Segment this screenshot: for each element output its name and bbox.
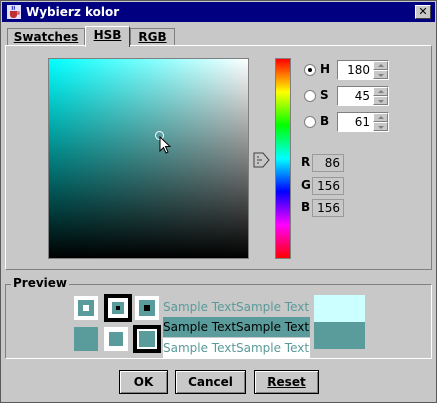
brightness-spinner[interactable]: 61 [337, 112, 389, 132]
close-button[interactable]: ✕ [415, 5, 431, 19]
green-label: G [301, 178, 311, 192]
preview-label: Preview [11, 276, 70, 290]
saturation-spin-buttons [373, 87, 388, 105]
hue-spin-buttons [373, 61, 388, 79]
red-value: 86 [312, 154, 344, 172]
brightness-decrement-button[interactable] [373, 122, 388, 131]
color-chooser-dialog: Wybierz kolor ✕ Swatches HSB RGB H 180 S… [0, 0, 437, 403]
hue-decrement-button[interactable] [373, 70, 388, 79]
green-value: 156 [312, 177, 344, 195]
tab-rgb[interactable]: RGB [130, 28, 175, 46]
sample-text: Sample Text [163, 320, 237, 334]
hue-spinner[interactable]: 180 [337, 60, 389, 80]
hue-increment-button[interactable] [373, 61, 388, 70]
saturation-value[interactable]: 45 [340, 89, 370, 103]
brightness-value[interactable]: 61 [340, 115, 370, 129]
sample-text-row: Sample TextSample Text [163, 338, 310, 358]
reset-label: Reset [267, 375, 306, 389]
sample-text-row: Sample TextSample Text [163, 317, 310, 337]
preview-swatch [74, 296, 98, 320]
window-title: Wybierz kolor [26, 5, 120, 19]
brightness-label: B [320, 114, 330, 128]
saturation-brightness-picker[interactable] [48, 58, 249, 259]
preview-swatch [133, 325, 161, 353]
reset-button[interactable]: Reset [254, 370, 319, 394]
saturation-increment-button[interactable] [373, 87, 388, 96]
hue-label: H [320, 62, 331, 76]
sample-text-row: Sample TextSample Text [163, 297, 310, 317]
preview-swatch [74, 327, 98, 351]
blue-value: 156 [312, 199, 344, 217]
brightness-radio[interactable] [304, 116, 316, 128]
brightness-increment-button[interactable] [373, 113, 388, 122]
tab-label: HSB [93, 28, 122, 42]
hue-slider[interactable] [275, 58, 291, 259]
preview-swatch [104, 327, 128, 351]
ok-button[interactable]: OK [119, 370, 168, 394]
saturation-spinner[interactable]: 45 [337, 86, 389, 106]
brightness-spin-buttons [373, 113, 388, 131]
sample-text: Sample Text [236, 320, 310, 334]
tab-label: Swatches [13, 30, 79, 44]
red-label: R [301, 155, 311, 169]
preview-swatch [104, 294, 132, 322]
cancel-label: Cancel [188, 375, 233, 389]
saturation-decrement-button[interactable] [373, 96, 388, 105]
hue-value[interactable]: 180 [340, 63, 370, 77]
sample-text: Sample Text [236, 341, 310, 355]
tab-label: RGB [138, 30, 167, 44]
java-cup-icon [7, 5, 21, 19]
ok-label: OK [133, 375, 154, 389]
sample-text: Sample Text [163, 300, 237, 314]
blue-label: B [301, 200, 311, 214]
saturation-label: S [320, 88, 329, 102]
preview-color-light [314, 295, 365, 322]
sample-text: Sample Text [163, 341, 237, 355]
hue-slider-arrow-icon[interactable] [253, 152, 271, 168]
close-icon: ✕ [418, 5, 428, 18]
tab-swatches[interactable]: Swatches [7, 28, 85, 46]
mouse-pointer-icon [159, 136, 172, 154]
sample-text: Sample Text [236, 300, 310, 314]
preview-color-selected [314, 322, 365, 349]
cancel-button[interactable]: Cancel [175, 370, 246, 394]
hue-radio[interactable] [304, 64, 316, 76]
saturation-radio[interactable] [304, 90, 316, 102]
preview-swatch [135, 296, 159, 320]
tab-hsb[interactable]: HSB [85, 26, 130, 47]
title-bar[interactable]: Wybierz kolor ✕ [2, 2, 435, 22]
